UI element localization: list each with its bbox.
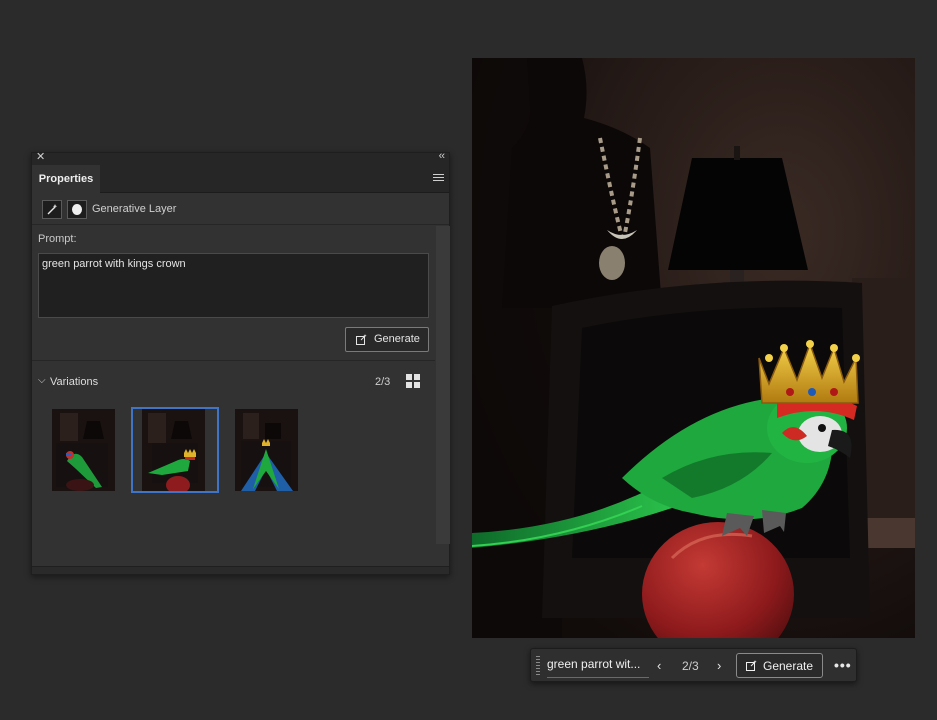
chevron-down-icon[interactable]: ⌵ xyxy=(38,375,46,386)
scrollbar-thumb[interactable] xyxy=(436,226,450,544)
section-divider xyxy=(32,360,435,361)
generate-button[interactable]: Generate xyxy=(345,327,429,352)
contextual-task-bar: green parrot wit... ‹ 2/3 › Generate ••• xyxy=(530,648,857,682)
drag-handle-icon[interactable] xyxy=(536,656,540,676)
panel-title-strip: ✕ ‹‹ xyxy=(32,150,449,165)
properties-panel: ✕ ‹‹ Properties Generative Layer Prompt:… xyxy=(31,150,450,575)
layer-type-row: Generative Layer xyxy=(32,194,449,225)
panel-menu-icon[interactable] xyxy=(433,174,444,183)
layer-mask-icon xyxy=(67,200,87,219)
taskbar-generate-button[interactable]: Generate xyxy=(736,653,823,678)
generate-icon xyxy=(746,660,757,671)
taskbar-prompt-input[interactable]: green parrot wit... xyxy=(547,654,649,678)
generate-button-label: Generate xyxy=(374,333,420,345)
panel-tabbar: Properties xyxy=(32,165,449,193)
selected-variation-outline xyxy=(131,407,219,493)
variations-count: 2/3 xyxy=(375,376,391,388)
chevron-right-icon[interactable]: › xyxy=(717,658,721,673)
collapse-panel-icon[interactable]: ‹‹ xyxy=(439,150,445,162)
variation-thumbnail-3[interactable] xyxy=(235,409,298,491)
grid-view-icon[interactable] xyxy=(406,374,421,389)
close-icon[interactable]: ✕ xyxy=(36,150,45,163)
panel-footer xyxy=(32,566,449,574)
generative-layer-icon xyxy=(42,200,62,219)
prompt-input[interactable]: green parrot with kings crown xyxy=(38,253,429,318)
more-options-icon[interactable]: ••• xyxy=(834,657,852,673)
prompt-label: Prompt: xyxy=(38,233,77,245)
taskbar-generate-label: Generate xyxy=(763,659,814,673)
layer-type-label: Generative Layer xyxy=(92,203,177,215)
chevron-left-icon[interactable]: ‹ xyxy=(657,658,661,673)
canvas-image xyxy=(472,58,915,638)
variation-thumbnail-1[interactable] xyxy=(52,409,115,491)
variations-label[interactable]: Variations xyxy=(50,376,98,388)
generated-parrot-image xyxy=(472,58,915,638)
taskbar-variation-count: 2/3 xyxy=(682,659,699,673)
generate-icon xyxy=(356,334,367,345)
tab-properties[interactable]: Properties xyxy=(32,165,100,193)
